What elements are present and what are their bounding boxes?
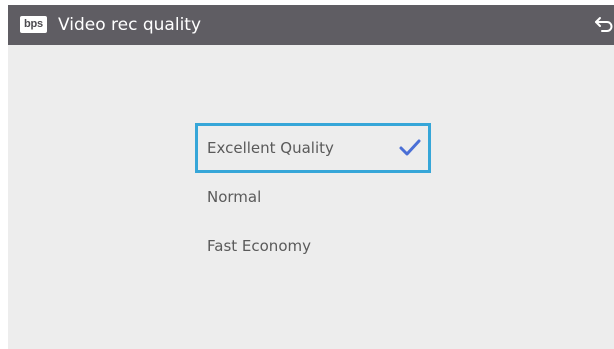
option-fast-economy[interactable]: Fast Economy xyxy=(195,221,431,271)
option-label: Excellent Quality xyxy=(207,139,334,157)
back-arrow-icon xyxy=(595,17,613,32)
options-panel: Excellent Quality Normal Fast Economy xyxy=(8,45,614,349)
header-bar: bps Video rec quality xyxy=(8,5,614,45)
screen: bps Video rec quality Excellent Quality … xyxy=(0,0,614,349)
back-button[interactable] xyxy=(594,15,614,35)
option-normal[interactable]: Normal xyxy=(195,172,431,222)
bps-icon: bps xyxy=(20,16,47,33)
option-label: Fast Economy xyxy=(207,237,311,255)
option-label: Normal xyxy=(207,188,262,206)
option-excellent-quality[interactable]: Excellent Quality xyxy=(195,123,431,173)
checkmark-icon xyxy=(399,139,421,156)
page-title: Video rec quality xyxy=(58,15,202,35)
